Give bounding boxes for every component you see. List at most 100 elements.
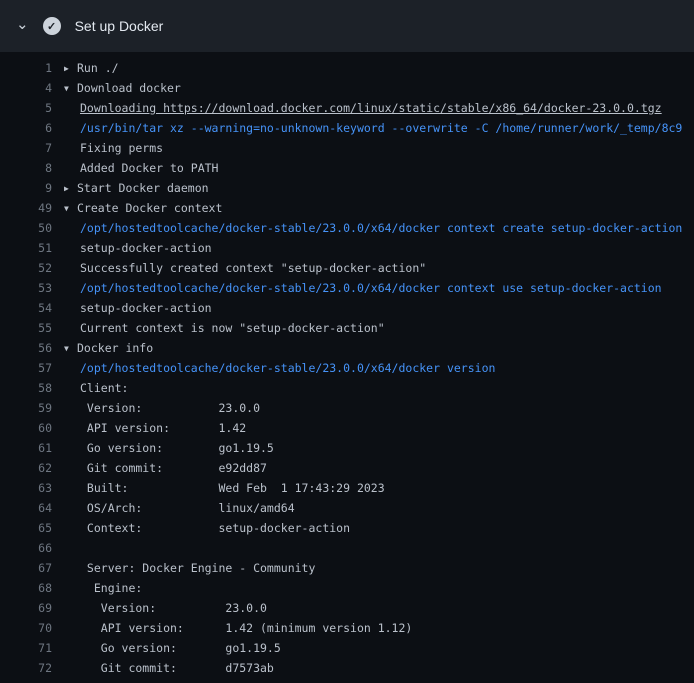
log-text: ▶Start Docker daemon xyxy=(64,178,694,198)
log-line: 67 Server: Docker Engine - Community xyxy=(0,558,694,578)
log-group-line[interactable]: 1 ▶Run ./ xyxy=(0,58,694,78)
log-line: 5 Downloading https://download.docker.com… xyxy=(0,98,694,118)
triangle-right-icon: ▶ xyxy=(64,179,77,198)
log-text: Fixing perms xyxy=(64,138,694,158)
line-number[interactable]: 60 xyxy=(0,418,52,438)
log-line: 7 Fixing perms xyxy=(0,138,694,158)
line-number[interactable]: 9 xyxy=(0,178,52,198)
line-number[interactable]: 7 xyxy=(0,138,52,158)
log-text: Downloading https://download.docker.com/… xyxy=(64,98,694,118)
log-line: 70 API version: 1.42 (minimum version 1.… xyxy=(0,618,694,638)
log-line: 64 OS/Arch: linux/amd64 xyxy=(0,498,694,518)
log-text: Git commit: e92dd87 xyxy=(64,458,694,478)
line-number[interactable]: 4 xyxy=(0,78,52,98)
line-number[interactable]: 58 xyxy=(0,378,52,398)
line-number[interactable]: 70 xyxy=(0,618,52,638)
line-number[interactable]: 52 xyxy=(0,258,52,278)
log-line: 6/usr/bin/tar xz --warning=no-unknown-ke… xyxy=(0,118,694,138)
group-title: Start Docker daemon xyxy=(77,181,209,195)
log-group-line[interactable]: 9 ▶Start Docker daemon xyxy=(0,178,694,198)
log-text: ▼Download docker xyxy=(64,78,694,98)
status-success-icon: ✓ xyxy=(43,17,61,35)
group-title: Docker info xyxy=(77,341,153,355)
line-number[interactable]: 63 xyxy=(0,478,52,498)
line-number[interactable]: 6 xyxy=(0,118,52,138)
line-number[interactable]: 57 xyxy=(0,358,52,378)
line-number[interactable]: 5 xyxy=(0,98,52,118)
log-line: 50/opt/hostedtoolcache/docker-stable/23.… xyxy=(0,218,694,238)
chevron-down-icon[interactable]: ⌄ xyxy=(16,17,29,32)
line-number[interactable]: 59 xyxy=(0,398,52,418)
triangle-right-icon: ▶ xyxy=(64,59,77,78)
step-title: Set up Docker xyxy=(75,18,164,34)
triangle-down-icon: ▼ xyxy=(64,339,77,358)
line-number[interactable]: 71 xyxy=(0,638,52,658)
line-number[interactable]: 65 xyxy=(0,518,52,538)
log-line: 52 Successfully created context "setup-do… xyxy=(0,258,694,278)
log-line: 65 Context: setup-docker-action xyxy=(0,518,694,538)
line-number[interactable]: 54 xyxy=(0,298,52,318)
line-number[interactable]: 68 xyxy=(0,578,52,598)
log-link-prefix: Downloading xyxy=(80,101,163,115)
log-text: API version: 1.42 xyxy=(64,418,694,438)
line-number[interactable]: 51 xyxy=(0,238,52,258)
log-line: 71 Go version: go1.19.5 xyxy=(0,638,694,658)
log-line: 61 Go version: go1.19.5 xyxy=(0,438,694,458)
log-line: 69 Version: 23.0.0 xyxy=(0,598,694,618)
log-text: ▶Run ./ xyxy=(64,58,694,78)
log-text: OS/Arch: linux/amd64 xyxy=(64,498,694,518)
log-text: Git commit: d7573ab xyxy=(64,658,694,678)
line-number[interactable]: 72 xyxy=(0,658,52,678)
log-line: 51 setup-docker-action xyxy=(0,238,694,258)
log-line: 66 xyxy=(0,538,694,558)
log-group-line[interactable]: 56 ▼Docker info xyxy=(0,338,694,358)
log-text: /opt/hostedtoolcache/docker-stable/23.0.… xyxy=(64,278,694,298)
log-text: ▼Docker info xyxy=(64,338,694,358)
log-text: /opt/hostedtoolcache/docker-stable/23.0.… xyxy=(64,358,694,378)
log-line: 63 Built: Wed Feb 1 17:43:29 2023 xyxy=(0,478,694,498)
line-number[interactable]: 8 xyxy=(0,158,52,178)
log-line: 53/opt/hostedtoolcache/docker-stable/23.… xyxy=(0,278,694,298)
log-group-line[interactable]: 4 ▼Download docker xyxy=(0,78,694,98)
line-number[interactable]: 56 xyxy=(0,338,52,358)
log-group-line[interactable]: 49 ▼Create Docker context xyxy=(0,198,694,218)
log-text: setup-docker-action xyxy=(64,238,694,258)
log-text: /usr/bin/tar xz --warning=no-unknown-key… xyxy=(64,118,694,138)
log-text: Version: 23.0.0 xyxy=(64,398,694,418)
log-text: Current context is now "setup-docker-act… xyxy=(64,318,694,338)
log-text: Go version: go1.19.5 xyxy=(64,638,694,658)
line-number[interactable]: 66 xyxy=(0,538,52,558)
line-number[interactable]: 53 xyxy=(0,278,52,298)
line-number[interactable]: 49 xyxy=(0,198,52,218)
line-number[interactable]: 1 xyxy=(0,58,52,78)
log-text: Version: 23.0.0 xyxy=(64,598,694,618)
line-number[interactable]: 61 xyxy=(0,438,52,458)
line-number[interactable]: 64 xyxy=(0,498,52,518)
log-text: setup-docker-action xyxy=(64,298,694,318)
log-line: 68 Engine: xyxy=(0,578,694,598)
log-line: 62 Git commit: e92dd87 xyxy=(0,458,694,478)
log-line: 55 Current context is now "setup-docker-a… xyxy=(0,318,694,338)
log-text: Added Docker to PATH xyxy=(64,158,694,178)
step-header[interactable]: ⌄ ✓ Set up Docker xyxy=(0,0,694,52)
log-line: 58Client: xyxy=(0,378,694,398)
group-title: Run ./ xyxy=(77,61,119,75)
group-title: Download docker xyxy=(77,81,181,95)
log-text: Successfully created context "setup-dock… xyxy=(64,258,694,278)
line-number[interactable]: 69 xyxy=(0,598,52,618)
line-number[interactable]: 50 xyxy=(0,218,52,238)
line-number[interactable]: 67 xyxy=(0,558,52,578)
log-text: /opt/hostedtoolcache/docker-stable/23.0.… xyxy=(64,218,694,238)
log-line: 8 Added Docker to PATH xyxy=(0,158,694,178)
log-link[interactable]: https://download.docker.com/linux/static… xyxy=(163,101,662,115)
group-title: Create Docker context xyxy=(77,201,222,215)
line-number[interactable]: 55 xyxy=(0,318,52,338)
log-viewer: ⌄ ✓ Set up Docker 1▶Run ./4▼Download doc… xyxy=(0,0,694,683)
log-line: 72 Git commit: d7573ab xyxy=(0,658,694,678)
log-text: API version: 1.42 (minimum version 1.12) xyxy=(64,618,694,638)
log-text: Context: setup-docker-action xyxy=(64,518,694,538)
log-text: ▼Create Docker context xyxy=(64,198,694,218)
line-number[interactable]: 62 xyxy=(0,458,52,478)
log-text: Server: Docker Engine - Community xyxy=(64,558,694,578)
log-line: 60 API version: 1.42 xyxy=(0,418,694,438)
